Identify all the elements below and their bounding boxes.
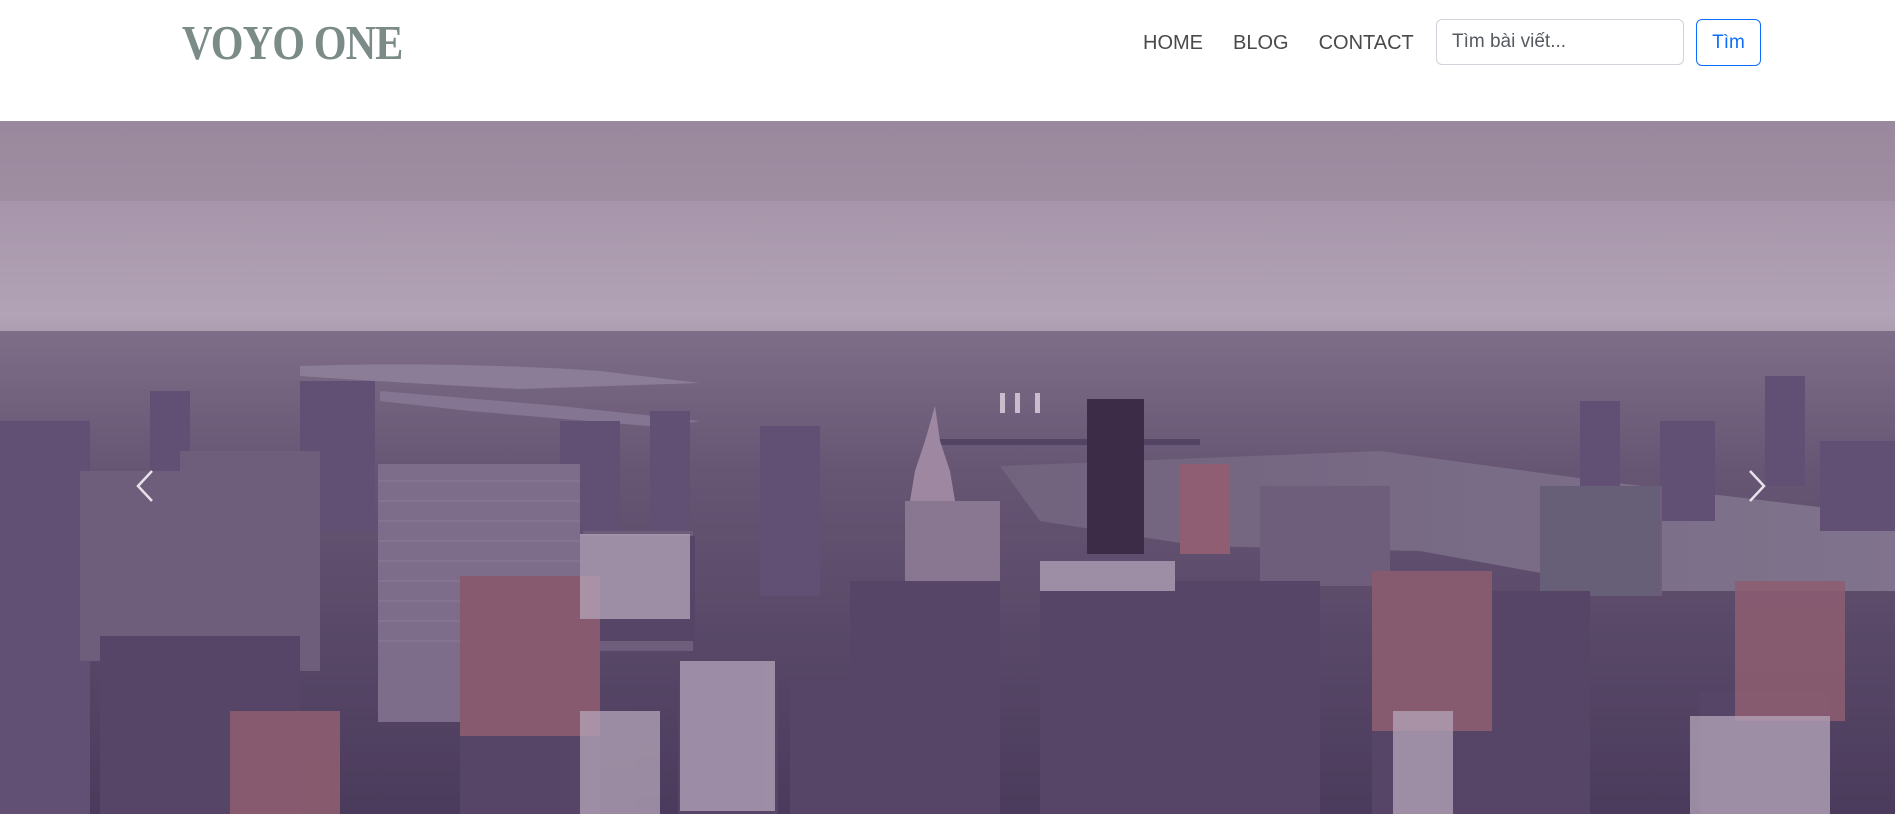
nav-link-blog[interactable]: BLOG (1233, 30, 1289, 56)
chevron-left-icon (136, 470, 153, 502)
nav-link-home[interactable]: HOME (1143, 30, 1203, 56)
navbar: VOYO ONE HOME BLOG CONTACT Tìm (0, 0, 1895, 121)
main-nav: HOME BLOG CONTACT (1143, 30, 1444, 56)
nav-link-contact[interactable]: CONTACT (1319, 30, 1414, 56)
city-skyline-photo (0, 121, 1895, 814)
chevron-right-icon (1749, 470, 1766, 502)
search-input[interactable] (1436, 19, 1684, 65)
brand-logo[interactable]: VOYO ONE (182, 14, 403, 71)
hero-carousel (0, 121, 1895, 814)
search-button[interactable]: Tìm (1696, 19, 1761, 66)
carousel-prev-button[interactable] (124, 461, 164, 511)
carousel-next-button[interactable] (1738, 461, 1778, 511)
